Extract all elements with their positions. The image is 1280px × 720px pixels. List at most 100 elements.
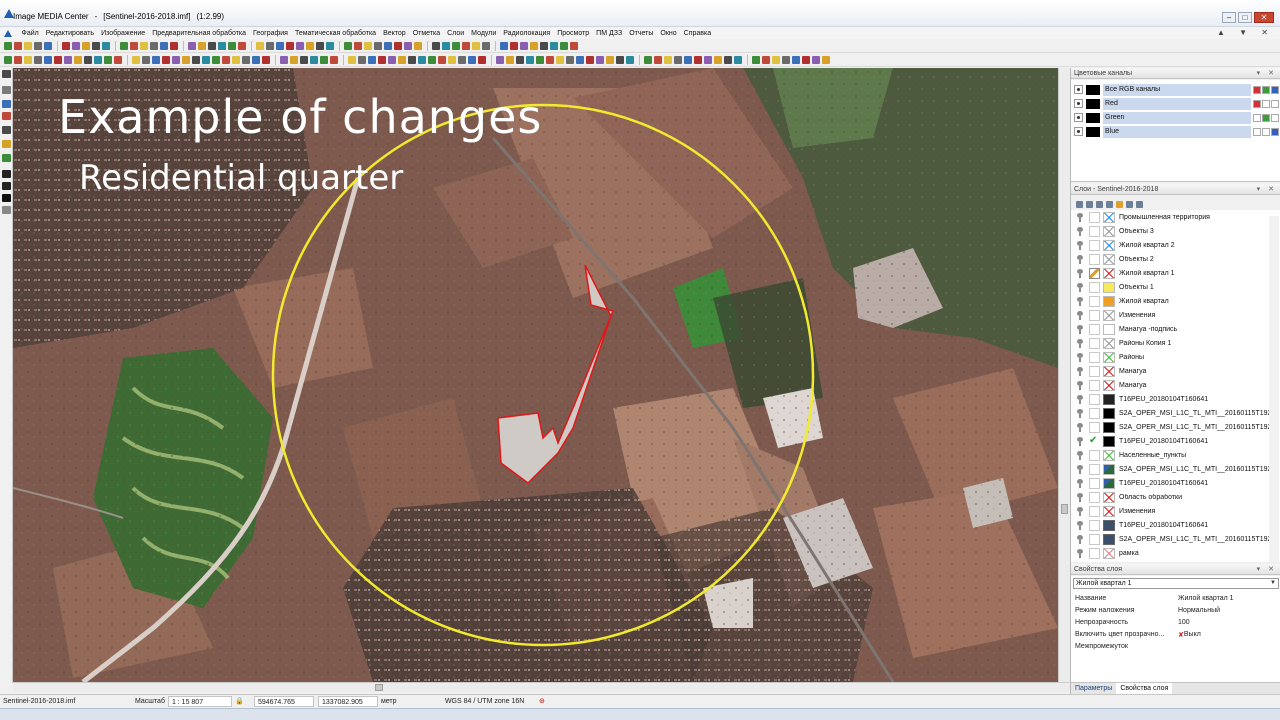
layer-row[interactable]: рамка bbox=[1071, 546, 1280, 560]
channel-flag-icon[interactable] bbox=[1271, 85, 1279, 94]
channel-flag-icon[interactable] bbox=[1253, 113, 1261, 122]
channel-flag-icon[interactable] bbox=[1262, 99, 1270, 108]
visibility-icon[interactable] bbox=[1075, 450, 1086, 461]
toolbar-tool-icon[interactable] bbox=[252, 55, 260, 64]
toolbar-tool-icon[interactable] bbox=[694, 55, 702, 64]
layer-row[interactable]: T16PEU_20180104T160641 bbox=[1071, 392, 1280, 406]
toolbar-tool-icon[interactable] bbox=[208, 41, 216, 50]
toolbar-tool-icon[interactable] bbox=[84, 55, 92, 64]
visibility-icon[interactable] bbox=[1075, 352, 1086, 363]
toolbar-tool-icon[interactable] bbox=[468, 55, 476, 64]
toolbar-tool-icon[interactable] bbox=[684, 55, 692, 64]
toolbar-tool-icon[interactable] bbox=[384, 41, 392, 50]
toolbar-tool-icon[interactable] bbox=[64, 55, 72, 64]
toolbar-tool-icon[interactable] bbox=[566, 55, 574, 64]
toolbar-tool-icon[interactable] bbox=[496, 55, 504, 64]
visibility-icon[interactable] bbox=[1075, 268, 1086, 279]
toolbar-tool-icon[interactable] bbox=[664, 55, 672, 64]
toolbar-tool-icon[interactable] bbox=[142, 55, 150, 64]
channel-flag-icon[interactable] bbox=[1262, 113, 1270, 122]
visibility-icon[interactable] bbox=[1075, 478, 1086, 489]
toolbar-tool-icon[interactable] bbox=[316, 41, 324, 50]
menu-item-7[interactable]: Отметка bbox=[409, 30, 443, 37]
toolbar-tool-icon[interactable] bbox=[398, 55, 406, 64]
edit-toggle[interactable] bbox=[1089, 281, 1100, 293]
left-tool-icon[interactable] bbox=[2, 70, 11, 78]
visibility-icon[interactable] bbox=[1074, 113, 1083, 122]
toolbar-tool-icon[interactable] bbox=[772, 55, 780, 64]
scroll-thumb[interactable] bbox=[375, 684, 383, 691]
projection-icon[interactable]: ⊙ bbox=[536, 696, 548, 707]
toolbar-tool-icon[interactable] bbox=[238, 41, 246, 50]
toolbar-tool-icon[interactable] bbox=[704, 55, 712, 64]
toolbar-tool-icon[interactable] bbox=[114, 55, 122, 64]
toolbar-tool-icon[interactable] bbox=[536, 55, 544, 64]
edit-toggle[interactable] bbox=[1089, 477, 1100, 489]
layer-row[interactable]: T16PEU_20180104T160641 bbox=[1071, 518, 1280, 532]
property-value[interactable]: Выкл bbox=[1184, 631, 1201, 643]
visibility-icon[interactable] bbox=[1075, 338, 1086, 349]
tab-parameters[interactable]: Параметры bbox=[1071, 683, 1116, 694]
toolbar-tool-icon[interactable] bbox=[626, 55, 634, 64]
property-value[interactable]: 100 bbox=[1178, 619, 1190, 631]
toolbar-tool-icon[interactable] bbox=[596, 55, 604, 64]
edit-toggle[interactable] bbox=[1089, 309, 1100, 321]
toolbar-tool-icon[interactable] bbox=[520, 41, 528, 50]
toolbar-tool-icon[interactable] bbox=[290, 55, 298, 64]
toolbar-tool-icon[interactable] bbox=[570, 41, 578, 50]
toolbar-tool-icon[interactable] bbox=[526, 55, 534, 64]
toolbar-tool-icon[interactable] bbox=[560, 41, 568, 50]
edit-toggle[interactable] bbox=[1089, 533, 1100, 545]
toolbar-tool-icon[interactable] bbox=[516, 55, 524, 64]
menu-item-12[interactable]: ПМ ДЗЗ bbox=[593, 30, 626, 37]
edit-toggle[interactable] bbox=[1089, 449, 1100, 461]
toolbar-tool-icon[interactable] bbox=[442, 41, 450, 50]
property-row[interactable]: Включить цвет прозрачно... ✘ Выкл bbox=[1075, 631, 1271, 643]
channel-flag-icon[interactable] bbox=[1271, 99, 1279, 108]
toolbar-tool-icon[interactable] bbox=[654, 55, 662, 64]
visibility-icon[interactable] bbox=[1075, 436, 1086, 447]
left-tool-icon[interactable] bbox=[2, 182, 11, 190]
channel-flag-icon[interactable] bbox=[1262, 127, 1270, 136]
toolbar-tool-icon[interactable] bbox=[812, 55, 820, 64]
layer-row[interactable]: Промышленная территория bbox=[1071, 210, 1280, 224]
toolbar-tool-icon[interactable] bbox=[752, 55, 760, 64]
toolbar-tool-icon[interactable] bbox=[734, 55, 742, 64]
edit-toggle[interactable] bbox=[1089, 463, 1100, 475]
layer-row[interactable]: Изменения bbox=[1071, 504, 1280, 518]
toolbar-tool-icon[interactable] bbox=[792, 55, 800, 64]
map-view[interactable]: Example of changes Residential quarter bbox=[13, 68, 1058, 682]
visibility-icon[interactable] bbox=[1075, 240, 1086, 251]
edit-toggle[interactable] bbox=[1089, 491, 1100, 503]
toolbar-tool-icon[interactable] bbox=[500, 41, 508, 50]
toolbar-tool-icon[interactable] bbox=[472, 41, 480, 50]
menu-item-13[interactable]: Отчеты bbox=[626, 30, 657, 37]
toolbar-tool-icon[interactable] bbox=[72, 41, 80, 50]
layer-group-icon[interactable] bbox=[1116, 201, 1123, 208]
toolbar-tool-icon[interactable] bbox=[762, 55, 770, 64]
layer-row[interactable]: Область обработки bbox=[1071, 490, 1280, 504]
toolbar-tool-icon[interactable] bbox=[540, 41, 548, 50]
layer-row[interactable]: Объекты 1 bbox=[1071, 280, 1280, 294]
toolbar-tool-icon[interactable] bbox=[4, 41, 12, 50]
visibility-icon[interactable] bbox=[1075, 296, 1086, 307]
toolbar-tool-icon[interactable] bbox=[506, 55, 514, 64]
toolbar-tool-icon[interactable] bbox=[550, 41, 558, 50]
layer-row[interactable]: Районы bbox=[1071, 350, 1280, 364]
toolbar-tool-icon[interactable] bbox=[24, 41, 32, 50]
toolbar-tool-icon[interactable] bbox=[54, 55, 62, 64]
visibility-icon[interactable] bbox=[1075, 520, 1086, 531]
toolbar-tool-icon[interactable] bbox=[202, 55, 210, 64]
toolbar-tool-icon[interactable] bbox=[62, 41, 70, 50]
channel-flag-icon[interactable] bbox=[1262, 85, 1270, 94]
visibility-icon[interactable] bbox=[1074, 127, 1083, 136]
toolbar-tool-icon[interactable] bbox=[34, 55, 42, 64]
visibility-icon[interactable] bbox=[1075, 282, 1086, 293]
menu-item-8[interactable]: Слои bbox=[444, 30, 468, 37]
toolbar-tool-icon[interactable] bbox=[140, 41, 148, 50]
toolbar-tool-icon[interactable] bbox=[462, 41, 470, 50]
menu-item-3[interactable]: Предварительная обработка bbox=[149, 30, 250, 37]
layer-row[interactable]: S2A_OPER_MSI_L1C_TL_MTI__20160115T192034 bbox=[1071, 532, 1280, 546]
close-button[interactable]: ✕ bbox=[1254, 12, 1274, 23]
toolbar-tool-icon[interactable] bbox=[530, 41, 538, 50]
